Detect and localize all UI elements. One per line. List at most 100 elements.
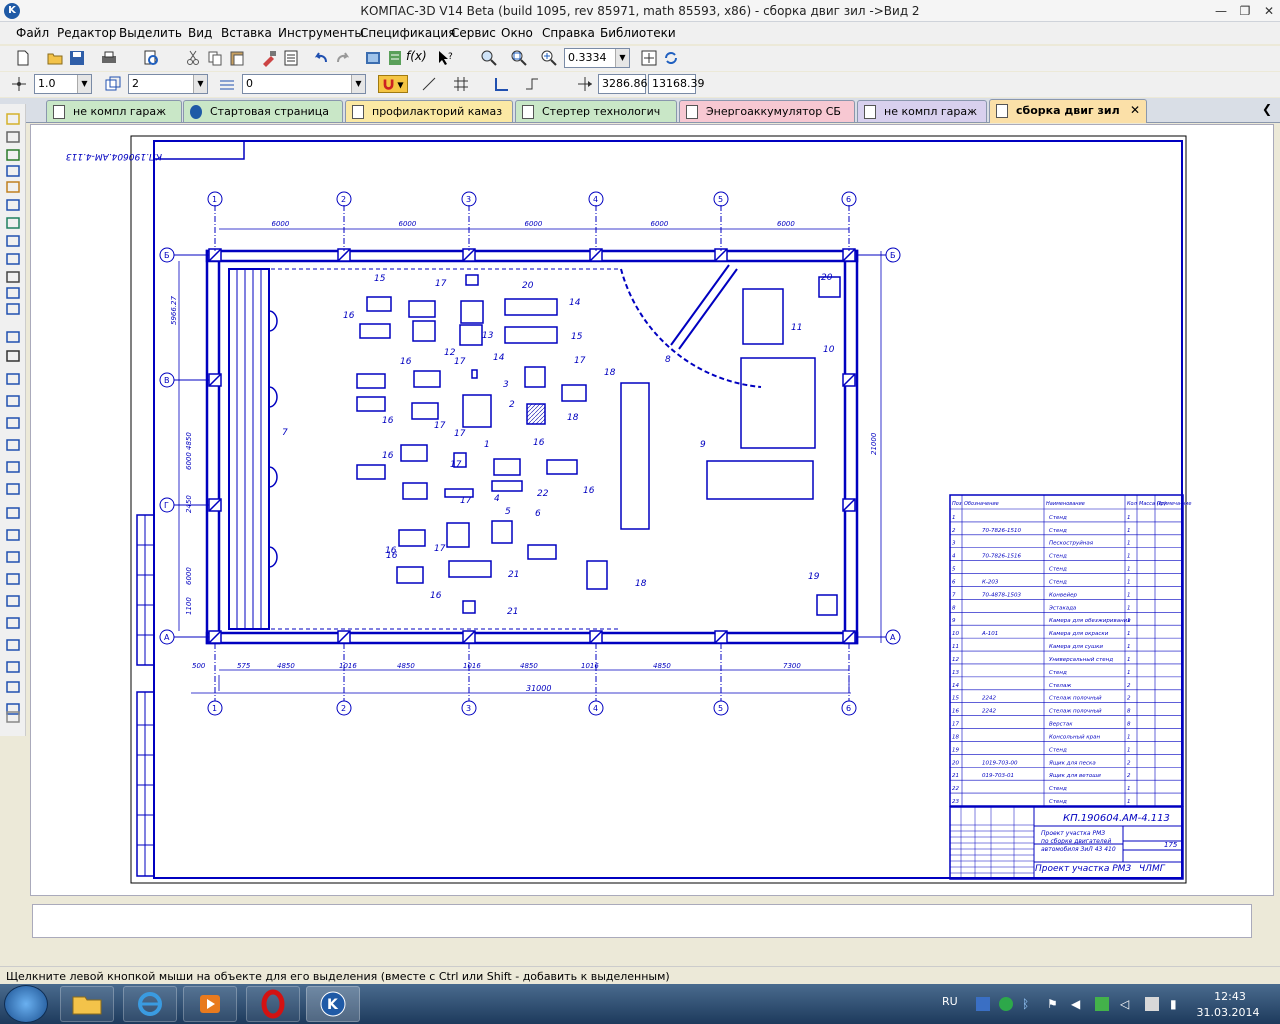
speaker-tray-icon[interactable]: ◁ (1120, 997, 1134, 1011)
media-player-task-icon[interactable] (183, 986, 237, 1022)
tab-sborka-dvig-zil[interactable]: сборка двиг зил ✕ (989, 99, 1147, 123)
chamfer-icon[interactable] (5, 572, 21, 586)
arc-icon[interactable] (5, 438, 21, 452)
pan-icon[interactable] (640, 49, 658, 67)
close-window-button[interactable]: ✕ (1258, 2, 1280, 20)
drawing-sheet[interactable]: КП.190604.АМ-4.113 112233445566БВГАБА 12… (31, 125, 1275, 897)
clock-date[interactable]: 31.03.2014 (1195, 1006, 1261, 1019)
segment-icon[interactable] (5, 394, 21, 408)
ortho-icon[interactable] (420, 75, 438, 93)
scale-combo[interactable]: 1.0 ▼ (34, 74, 92, 94)
menu-service[interactable]: Сервис (451, 26, 496, 40)
refresh-icon[interactable] (662, 49, 680, 67)
language-indicator[interactable]: RU (942, 995, 958, 1008)
sync-tray-icon[interactable] (999, 997, 1013, 1011)
geometry-icon[interactable] (5, 130, 21, 144)
rectangle-icon[interactable] (5, 594, 21, 608)
circle-icon[interactable] (5, 416, 21, 430)
menu-select[interactable]: Выделить (119, 26, 182, 40)
fillet-icon[interactable] (5, 550, 21, 564)
tab-ne-kompl-garazh-1[interactable]: не компл гараж (46, 100, 182, 122)
cut-icon[interactable] (184, 49, 202, 67)
drawing-canvas[interactable]: КП.190604.АМ-4.113 112233445566БВГАБА 1 … (30, 124, 1274, 896)
minimize-button[interactable]: — (1210, 2, 1232, 20)
power-tray-icon[interactable] (1145, 997, 1159, 1011)
clock-time[interactable]: 12:43 (1205, 990, 1255, 1003)
security-tray-icon[interactable] (1095, 997, 1109, 1011)
tab-energoakkumulyator[interactable]: Энергоаккумулятор СБ (679, 100, 855, 122)
explorer-task-icon[interactable] (60, 986, 114, 1022)
snap-icon[interactable] (10, 75, 28, 93)
print-icon[interactable] (100, 49, 118, 67)
volume-tray-icon[interactable]: ◀ (1071, 997, 1085, 1011)
menu-view[interactable]: Вид (188, 26, 212, 40)
select-icon[interactable] (5, 112, 21, 126)
save-icon[interactable] (68, 49, 86, 67)
parametrization-icon[interactable] (5, 198, 21, 212)
layer-combo[interactable]: 2 ▼ (128, 74, 208, 94)
style-combo[interactable]: 0 ▼ (242, 74, 366, 94)
ie-task-icon[interactable] (123, 986, 177, 1022)
notation-icon[interactable] (5, 164, 21, 178)
network-signal-tray-icon[interactable]: ▮ (1170, 997, 1184, 1011)
ellipse-icon[interactable] (5, 460, 21, 474)
tab-ne-kompl-garazh-2[interactable]: не компл гараж (857, 100, 987, 122)
coord-y-field[interactable]: 13168.39 (648, 74, 705, 94)
menu-file[interactable]: Файл (16, 26, 49, 40)
zoom-combo[interactable]: 0.3334 ▼ (564, 48, 630, 68)
network-tray-icon[interactable] (976, 997, 990, 1011)
equidistant-icon[interactable] (5, 660, 21, 674)
redo-icon[interactable] (334, 49, 352, 67)
region-icon[interactable] (5, 680, 21, 694)
point-icon[interactable] (5, 349, 21, 363)
zoom-window-icon[interactable] (480, 49, 498, 67)
spline-icon[interactable] (5, 482, 21, 496)
measure-icon[interactable] (5, 216, 21, 230)
fragment-icon[interactable] (5, 330, 21, 344)
grid-icon[interactable] (452, 75, 470, 93)
select-mode-icon[interactable] (5, 234, 21, 248)
menu-tools[interactable]: Инструменты (278, 26, 364, 40)
formula-icon[interactable]: f(x) (406, 49, 428, 67)
flag-tray-icon[interactable]: ⚑ (1047, 997, 1061, 1011)
coord-x-field[interactable]: 3286.868 (598, 74, 655, 94)
command-line[interactable] (32, 904, 1252, 938)
dimensions-icon[interactable] (5, 148, 21, 162)
menu-edit[interactable]: Редактор (57, 26, 116, 40)
insert-icon[interactable] (5, 302, 21, 316)
kompas-task-icon[interactable]: K (306, 986, 360, 1022)
reports-icon[interactable] (5, 286, 21, 300)
menu-help[interactable]: Справка (542, 26, 595, 40)
zoom-in-icon[interactable] (540, 49, 558, 67)
preview-icon[interactable] (142, 49, 160, 67)
manager-icon[interactable] (364, 49, 382, 67)
new-document-icon[interactable] (14, 49, 32, 67)
variables-icon[interactable] (386, 49, 404, 67)
coordinates-icon[interactable] (576, 75, 594, 93)
object-icon[interactable] (5, 710, 21, 724)
polygon-icon[interactable] (5, 616, 21, 630)
menu-libraries[interactable]: Библиотеки (600, 26, 676, 40)
magnet-snap-icon[interactable]: ▼ (378, 75, 408, 93)
open-folder-icon[interactable] (46, 49, 64, 67)
layer-icon[interactable] (104, 75, 122, 93)
restore-button[interactable]: ❐ (1234, 2, 1256, 20)
local-cs-icon[interactable] (492, 75, 510, 93)
edit-icon[interactable] (5, 180, 21, 194)
menu-specification[interactable]: Спецификация (360, 26, 455, 40)
contour-icon[interactable] (5, 638, 21, 652)
format-painter-icon[interactable] (260, 49, 278, 67)
polyline-icon[interactable] (5, 528, 21, 542)
properties-icon[interactable] (282, 49, 300, 67)
close-tab-icon[interactable]: ✕ (1130, 103, 1140, 117)
help-pointer-icon[interactable]: ? (436, 49, 454, 67)
tab-start-page[interactable]: Стартовая страница (183, 100, 343, 122)
tab-starter[interactable]: Стертер технологич (515, 100, 677, 122)
copy-icon[interactable] (206, 49, 224, 67)
line-icon[interactable] (5, 372, 21, 386)
undo-icon[interactable] (312, 49, 330, 67)
bluetooth-tray-icon[interactable]: ᛒ (1022, 997, 1036, 1011)
cursor-icon[interactable] (522, 75, 540, 93)
zoom-all-icon[interactable] (510, 49, 528, 67)
paste-icon[interactable] (228, 49, 246, 67)
